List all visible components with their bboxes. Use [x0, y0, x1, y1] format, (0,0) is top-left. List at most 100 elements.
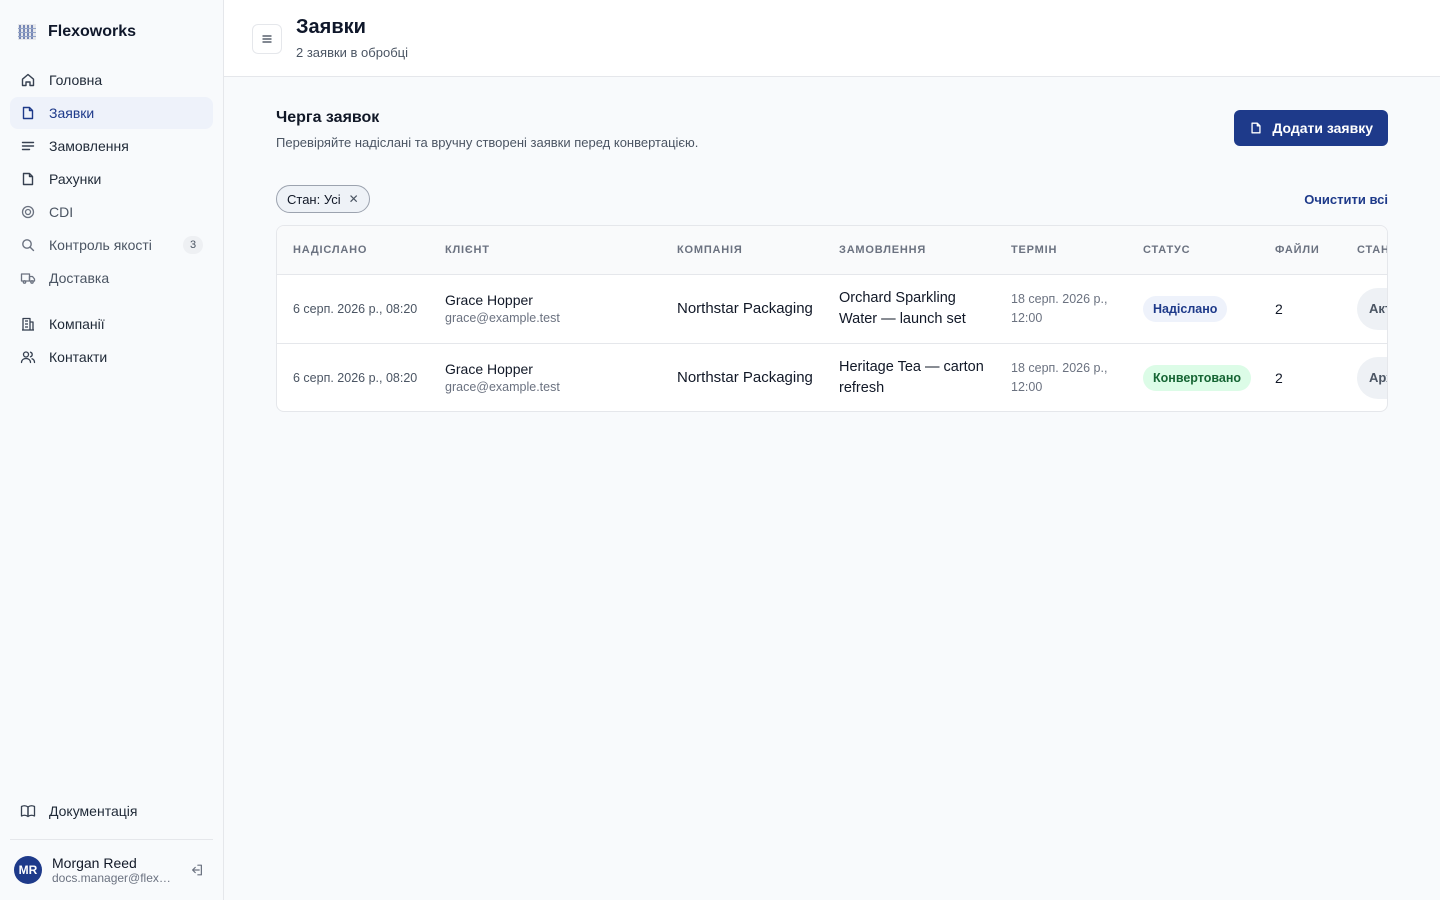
deadline-cell: 18 серп. 2026 р., 12:00 [995, 342, 1127, 411]
status-badge: Конвертовано [1143, 364, 1252, 391]
table-header-row: НАДІСЛАНО КЛІЄНТ КОМПАНІЯ ЗАМОВЛЕННЯ ТЕР… [277, 226, 1387, 275]
add-request-button[interactable]: Додати заявку [1234, 110, 1388, 146]
order-cell: Heritage Tea — carton refresh [823, 342, 995, 411]
files-cell: 2 [1275, 300, 1283, 317]
column-header[interactable]: СТАТУС [1127, 226, 1259, 275]
sidebar-item-label: CDI [49, 204, 74, 220]
sidebar-nav: Головна Заявки Замовлення Рахунки CDI Ко… [10, 64, 213, 374]
table-row[interactable]: 6 серп. 2026 р., 08:20 Grace Hopper grac… [277, 342, 1387, 411]
brand-logo-icon [18, 24, 36, 40]
company-cell: Northstar Packaging [677, 300, 813, 317]
state-cell: Архівна [1341, 342, 1387, 411]
sidebar-item-label: Доставка [49, 270, 110, 286]
column-header[interactable]: СТАН [1341, 226, 1387, 275]
client-email: grace@example.test [445, 380, 560, 395]
book-icon [20, 803, 36, 819]
column-header[interactable]: КОМПАНІЯ [661, 226, 823, 275]
table-row[interactable]: 6 серп. 2026 р., 08:20 Grace Hopper grac… [277, 274, 1387, 343]
column-header[interactable]: НАДІСЛАНО [277, 226, 429, 275]
truck-icon [20, 270, 36, 286]
requests-section: Черга заявок Перевіряйте надіслані та вр… [224, 77, 1440, 412]
deadline-time: 12:00 [1011, 379, 1043, 394]
state-filter-chip[interactable]: Стан: Усі ✕ [276, 185, 370, 213]
filter-bar: Стан: Усі ✕ Очистити всі [276, 185, 1388, 213]
sidebar-item-label: Заявки [49, 105, 95, 121]
client-cell: Grace Hopper grace@example.test [429, 274, 661, 343]
search-icon [20, 237, 36, 253]
header-titles: Заявки 2 заявки в обробці [296, 16, 408, 60]
sidebar-item-home[interactable]: Головна [10, 64, 213, 96]
section-description: Перевіряйте надіслані та вручну створені… [276, 135, 699, 150]
files-cell: 2 [1259, 342, 1341, 411]
chip-label: Стан: Усі [287, 191, 341, 207]
user-name: Morgan Reed [52, 855, 137, 871]
submitted-cell: 6 серп. 2026 р., 08:20 [277, 342, 429, 411]
sidebar-item-label: Замовлення [49, 138, 129, 154]
client-cell: Grace Hopper grace@example.test [429, 342, 661, 411]
close-icon[interactable]: ✕ [349, 192, 359, 206]
sidebar-item-contacts[interactable]: Контакти [10, 341, 213, 373]
sidebar-item-orders[interactable]: Замовлення [10, 130, 213, 162]
status-badge: Надіслано [1143, 295, 1228, 322]
avatar: MR [14, 856, 42, 884]
column-header[interactable]: ТЕРМІН [995, 226, 1127, 275]
section-header: Черга заявок Перевіряйте надіслані та вр… [276, 107, 1388, 150]
add-request-label: Додати заявку [1272, 120, 1373, 136]
quality-count-badge: 3 [183, 236, 203, 254]
users-icon [20, 349, 36, 365]
user-profile[interactable]: MR Morgan Reed docs.manager@flexoworks.t… [10, 840, 213, 900]
section-title: Черга заявок [276, 109, 380, 126]
menu-toggle-button[interactable] [252, 24, 282, 54]
sidebar-footer: Документація MR Morgan Reed docs.manager… [10, 795, 213, 900]
sidebar-item-label: Контроль якості [49, 237, 152, 253]
brand[interactable]: Flexoworks [10, 0, 213, 64]
state-cell: Активна [1341, 274, 1387, 343]
sidebar-item-requests[interactable]: Заявки [10, 97, 213, 129]
top-header: Заявки 2 заявки в обробці [224, 0, 1440, 77]
client-email: grace@example.test [445, 311, 560, 325]
deadline-cell: 18 серп. 2026 р., 12:00 [995, 274, 1127, 343]
app-shell: Flexoworks Головна Заявки Замовлення Рах… [0, 0, 1440, 900]
deadline-date: 18 серп. 2026 р., [1011, 291, 1108, 306]
company-cell: Northstar Packaging [661, 342, 823, 411]
sidebar-item-companies[interactable]: Компанії [10, 308, 213, 340]
sidebar-item-cdi[interactable]: CDI [10, 196, 213, 228]
column-header[interactable]: КЛІЄНТ [429, 226, 661, 275]
sidebar-item-delivery[interactable]: Доставка [10, 262, 213, 294]
sidebar-item-invoices[interactable]: Рахунки [10, 163, 213, 195]
user-meta: Morgan Reed docs.manager@flexoworks.test [52, 855, 185, 885]
file-icon [20, 171, 36, 187]
order-cell: Orchard Sparkling Water — launch set [839, 289, 966, 327]
column-header[interactable]: ФАЙЛИ [1259, 226, 1341, 275]
state-badge[interactable]: Архівна [1357, 356, 1387, 399]
requests-table: НАДІСЛАНО КЛІЄНТ КОМПАНІЯ ЗАМОВЛЕННЯ ТЕР… [276, 225, 1388, 412]
home-icon [20, 72, 36, 88]
brand-name: Flexoworks [48, 23, 137, 40]
sidebar-item-label: Документація [49, 803, 138, 819]
logout-icon[interactable] [185, 858, 209, 882]
sidebar-item-label: Головна [49, 72, 103, 88]
submitted-cell: 6 серп. 2026 р., 08:20 [293, 301, 418, 316]
page-subtitle: 2 заявки в обробці [296, 45, 408, 60]
status-cell: Надіслано [1127, 274, 1259, 343]
client-name: Grace Hopper [445, 361, 533, 378]
deadline-date: 18 серп. 2026 р., [1011, 360, 1108, 375]
file-icon [1251, 122, 1261, 134]
state-badge[interactable]: Активна [1357, 287, 1387, 330]
main-area: Заявки 2 заявки в обробці Черга заявок П… [224, 0, 1440, 900]
sidebar-item-docs[interactable]: Документація [10, 795, 213, 827]
status-cell: Конвертовано [1127, 342, 1259, 411]
target-icon [20, 204, 36, 220]
deadline-time: 12:00 [1011, 310, 1043, 325]
sidebar-item-quality[interactable]: Контроль якості 3 [10, 229, 213, 261]
sidebar: Flexoworks Головна Заявки Замовлення Рах… [0, 0, 224, 900]
list-icon [20, 138, 36, 154]
sidebar-item-label: Компанії [49, 316, 105, 332]
clear-all-filters-link[interactable]: Очистити всі [1304, 192, 1388, 207]
file-icon [20, 105, 36, 121]
sidebar-item-label: Рахунки [49, 171, 102, 187]
column-header[interactable]: ЗАМОВЛЕННЯ [823, 226, 995, 275]
sidebar-item-label: Контакти [49, 349, 108, 365]
building-icon [20, 316, 36, 332]
client-name: Grace Hopper [445, 292, 533, 308]
